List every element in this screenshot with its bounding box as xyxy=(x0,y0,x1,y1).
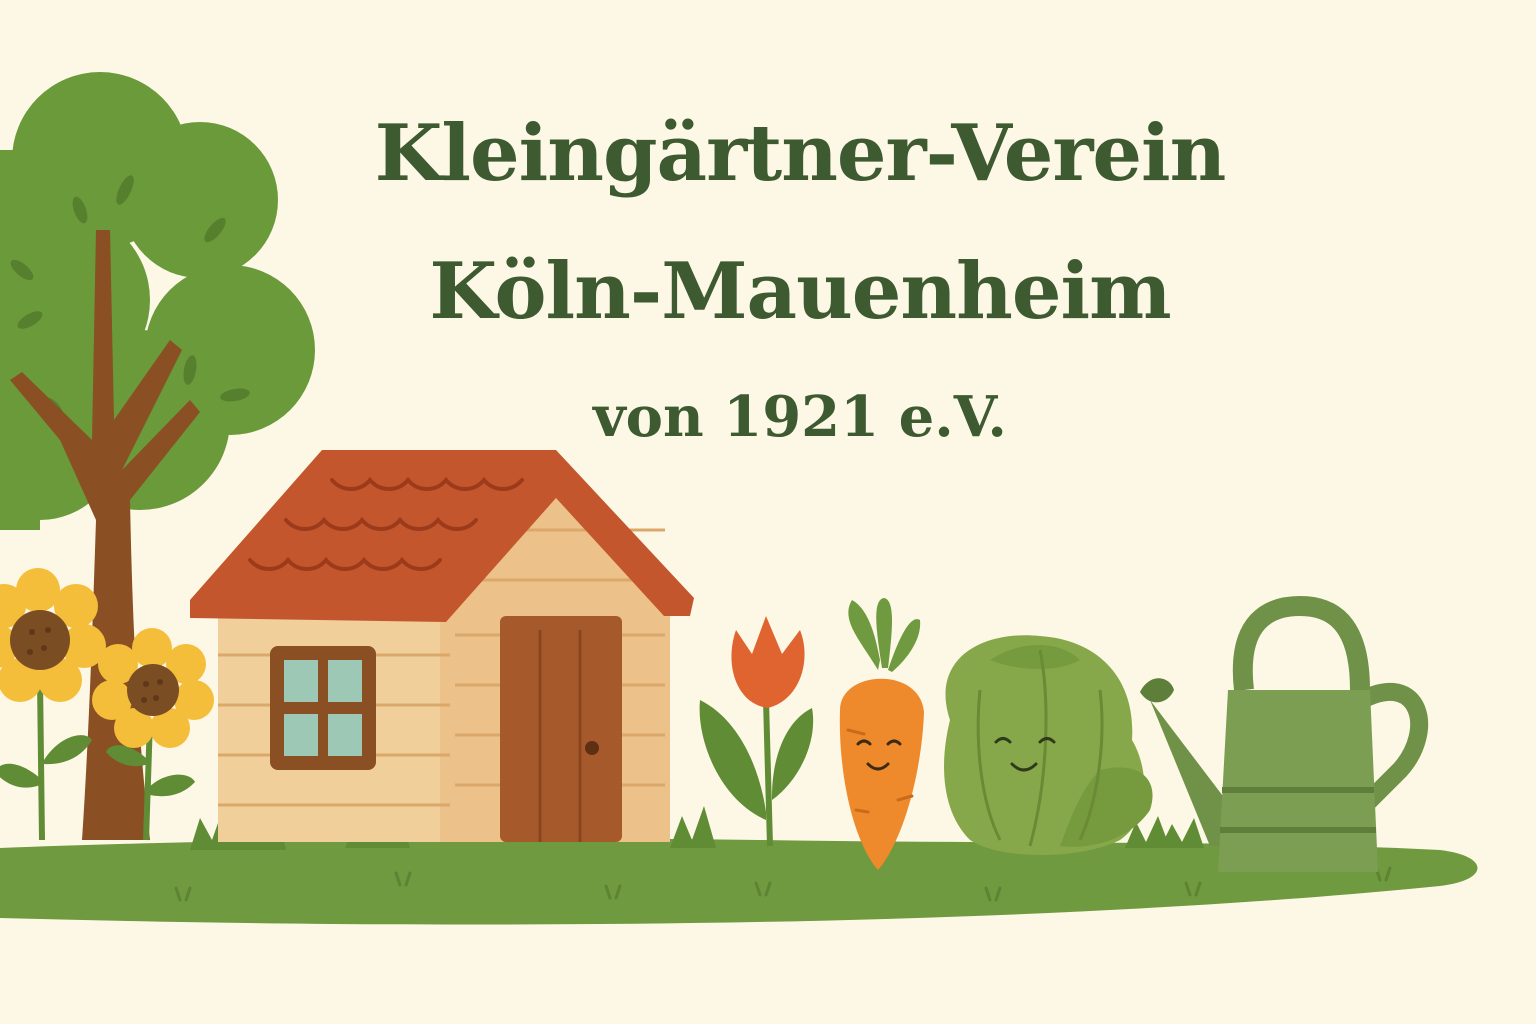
banner-illustration: Kleingärtner-Verein Köln-Mauenheim von 1… xyxy=(0,0,1536,1024)
tulip-icon xyxy=(699,616,814,847)
title-line-3: von 1921 e.V. xyxy=(593,384,1007,450)
carrot-icon xyxy=(839,598,924,870)
watering-can-icon xyxy=(1140,595,1429,872)
title-line-2: Köln-Mauenheim xyxy=(429,246,1171,337)
title-line-1: Kleingärtner-Verein xyxy=(374,108,1227,199)
cabbage-icon xyxy=(944,635,1153,855)
garden-shed-icon xyxy=(190,450,694,842)
